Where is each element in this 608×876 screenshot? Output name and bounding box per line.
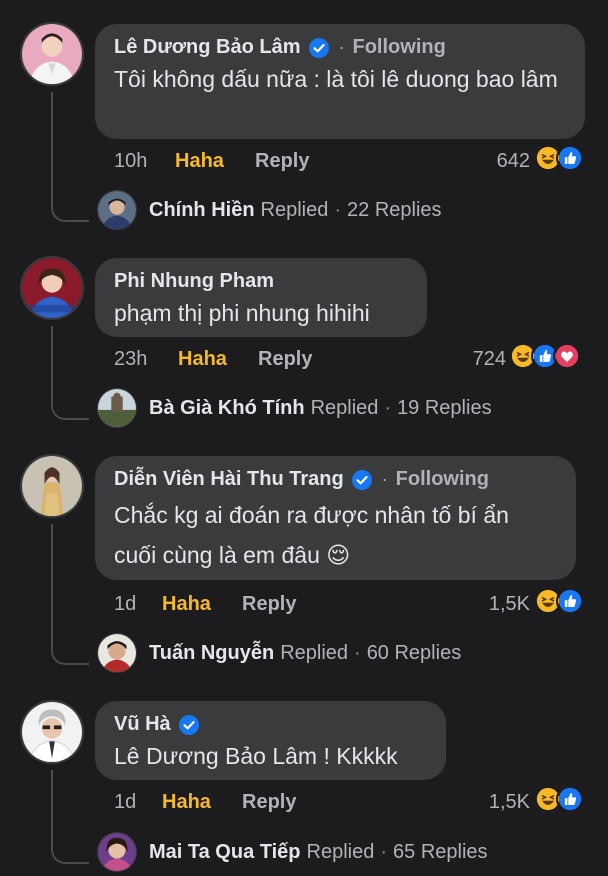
reply-preview[interactable]: Mai Ta Qua Tiếp Replied · 65 Replies — [97, 832, 488, 872]
reply-button[interactable]: Reply — [242, 593, 296, 616]
replied-label: Replied — [260, 198, 329, 221]
reaction-count[interactable]: 1,5K — [470, 791, 530, 814]
reaction-icons[interactable] — [534, 785, 584, 813]
reply-avatar — [97, 832, 137, 872]
reply-author[interactable]: Tuấn Nguyễn — [149, 642, 274, 665]
thread-connector — [51, 398, 89, 420]
like-icon — [556, 785, 584, 813]
reply-avatar — [97, 388, 137, 428]
verified-badge-icon — [351, 469, 372, 490]
reply-count[interactable]: 22 Replies — [347, 199, 442, 222]
comment-author[interactable]: Phi Nhung Pham — [114, 270, 274, 293]
comment-author[interactable]: Vũ Hà — [114, 713, 171, 736]
reply-avatar — [97, 190, 137, 230]
reaction-count[interactable]: 642 — [470, 150, 530, 173]
avatar[interactable] — [20, 256, 84, 320]
thread-line — [51, 524, 53, 648]
comment-time[interactable]: 1d — [114, 791, 136, 814]
comment-text: Chắc kg ai đoán ra được nhân tố bí ẩn cu… — [114, 502, 509, 568]
reply-preview[interactable]: Chính Hiền Replied · 22 Replies — [97, 190, 442, 230]
comment-time[interactable]: 23h — [114, 348, 147, 371]
reaction-count[interactable]: 1,5K — [470, 593, 530, 616]
reply-preview[interactable]: Bà Già Khó Tính Replied · 19 Replies — [97, 388, 492, 428]
comment-text: Lê Dương Bảo Lâm ! Kkkkk — [114, 743, 398, 769]
reply-count[interactable]: 60 Replies — [367, 642, 462, 665]
separator-dot: · — [354, 641, 361, 664]
avatar[interactable] — [20, 454, 84, 518]
reply-button[interactable]: Reply — [242, 791, 296, 814]
following-label[interactable]: Following — [396, 468, 489, 491]
comment-time[interactable]: 10h — [114, 150, 147, 173]
haha-button[interactable]: Haha — [162, 791, 211, 814]
comment-author[interactable]: Diễn Viên Hài Thu Trang — [114, 468, 344, 491]
separator-dot: · — [381, 469, 388, 489]
avatar[interactable] — [20, 700, 84, 764]
thread-line — [51, 770, 53, 846]
reaction-count[interactable]: 724 — [446, 348, 506, 371]
love-icon — [553, 342, 581, 370]
comment-text: Tôi không dấu nữa : là tôi lê duong bao … — [114, 66, 558, 92]
haha-button[interactable]: Haha — [175, 150, 224, 173]
reaction-icons[interactable] — [534, 587, 584, 615]
following-label[interactable]: Following — [353, 36, 446, 59]
reply-button[interactable]: Reply — [258, 348, 312, 371]
thread-line — [51, 326, 53, 402]
comment-time[interactable]: 1d — [114, 593, 136, 616]
like-icon — [556, 587, 584, 615]
replied-label: Replied — [310, 396, 379, 419]
avatar[interactable] — [20, 22, 84, 86]
comment-bubble: Phi Nhung Pham phạm thị phi nhung hihihi — [95, 258, 427, 337]
comment-author[interactable]: Lê Dương Bảo Lâm — [114, 36, 301, 59]
comment-text: phạm thị phi nhung hihihi — [114, 300, 370, 326]
reply-author[interactable]: Mai Ta Qua Tiếp — [149, 841, 301, 864]
reply-count[interactable]: 19 Replies — [397, 397, 492, 420]
separator-dot: · — [384, 396, 392, 419]
haha-button[interactable]: Haha — [178, 348, 227, 371]
verified-badge-icon — [178, 714, 199, 735]
reply-count[interactable]: 65 Replies — [393, 841, 488, 864]
reply-button[interactable]: Reply — [255, 150, 309, 173]
haha-button[interactable]: Haha — [162, 593, 211, 616]
comment-bubble: Diễn Viên Hài Thu Trang · Following Chắc… — [95, 456, 576, 580]
thread-connector — [51, 842, 89, 864]
comment-bubble: Lê Dương Bảo Lâm · Following Tôi không d… — [95, 24, 585, 139]
separator-dot: · — [380, 840, 388, 863]
verified-badge-icon — [308, 37, 329, 58]
thread-connector — [51, 643, 89, 665]
replied-label: Replied — [306, 840, 375, 863]
reply-author[interactable]: Bà Già Khó Tính — [149, 397, 305, 420]
replied-label: Replied — [280, 641, 349, 664]
thread-connector — [51, 200, 89, 222]
reply-preview[interactable]: Tuấn Nguyễn Replied · 60 Replies — [97, 633, 461, 673]
separator-dot: · — [334, 198, 342, 221]
thread-line — [51, 92, 53, 204]
comment-bubble: Vũ Hà Lê Dương Bảo Lâm ! Kkkkk — [95, 701, 446, 780]
like-icon — [556, 144, 584, 172]
reply-author[interactable]: Chính Hiền — [149, 199, 255, 222]
reply-avatar — [97, 633, 137, 673]
separator-dot: · — [338, 37, 345, 57]
reaction-icons[interactable] — [534, 144, 584, 172]
reaction-icons[interactable] — [509, 342, 581, 370]
